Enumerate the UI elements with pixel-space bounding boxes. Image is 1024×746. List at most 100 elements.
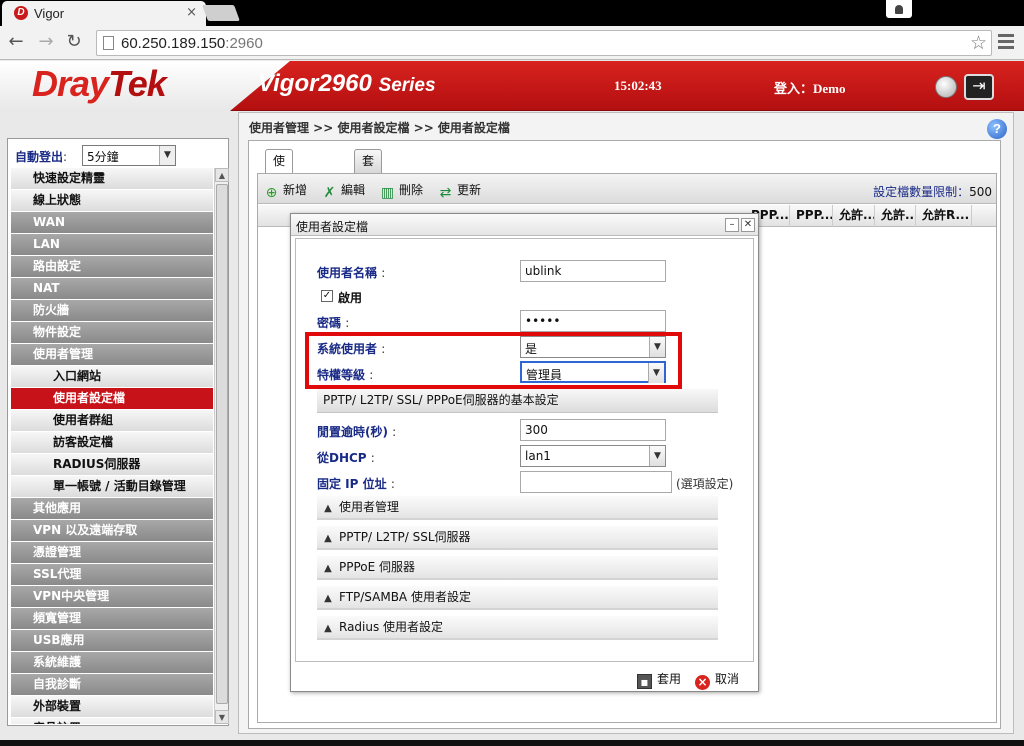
column-header[interactable]: PPP... <box>790 205 833 227</box>
idle-timeout-input[interactable]: 300 <box>520 419 666 441</box>
sidebar-item[interactable]: 單一帳號 / 活動目錄管理 <box>11 476 213 498</box>
breadcrumb: 使用者管理 >> 使用者設定檔 >> 使用者設定檔 <box>249 121 510 135</box>
enable-label: 啟用 <box>338 291 363 305</box>
sidebar-item[interactable]: 入口網站 <box>11 366 213 388</box>
sidebar-item[interactable]: USB應用 <box>11 630 213 652</box>
address-bar[interactable]: 60.250.189.150:2960 ☆ <box>96 30 992 56</box>
scroll-up-icon[interactable]: ▲ <box>215 168 229 182</box>
chevron-up-icon: ▲ <box>324 563 332 574</box>
section-ftp-samba[interactable]: ▲ FTP/SAMBA 使用者設定 <box>317 586 718 610</box>
username-label: 使用者名稱 : <box>317 266 386 280</box>
chevron-down-icon: ▼ <box>159 146 175 165</box>
logout-icon[interactable]: ⇥ <box>964 74 994 100</box>
column-header[interactable]: 允許... <box>875 205 916 227</box>
address-url[interactable]: 60.250.189.150:2960 <box>121 35 263 52</box>
sidebar-item[interactable]: 防火牆 <box>11 300 213 322</box>
username-input[interactable]: ublink <box>520 260 666 282</box>
help-icon[interactable]: ? <box>987 119 1007 139</box>
dialog-title: 使用者設定檔 <box>296 220 369 234</box>
sidebar-item[interactable]: 外部裝置 <box>11 696 213 718</box>
sidebar-item[interactable]: 路由設定 <box>11 256 213 278</box>
sidebar-item[interactable]: 其他應用 <box>11 498 213 520</box>
system-user-select[interactable]: 是 ▼ <box>520 336 666 358</box>
section-pptp-l2tp-ssl[interactable]: ▲ PPTP/ L2TP/ SSL伺服器 <box>317 526 718 550</box>
delete-button[interactable]: ▥ 刪除 <box>380 181 423 201</box>
sidebar-item[interactable]: 產品註冊 <box>11 718 213 724</box>
sidebar-item[interactable]: WAN <box>11 212 213 234</box>
browser-tabstrip: D Vigor × <box>0 0 1024 26</box>
sidebar-item[interactable]: 系統維護 <box>11 652 213 674</box>
scroll-down-icon[interactable]: ▼ <box>215 710 229 724</box>
sidebar-item[interactable]: 快速設定精靈 <box>11 168 213 190</box>
section-user-management[interactable]: ▲ 使用者管理 <box>317 496 718 520</box>
browser-tab-title: Vigor <box>34 6 65 21</box>
chevron-up-icon: ▲ <box>324 623 332 634</box>
basic-settings-section: PPTP/ L2TP/ SSL/ PPPoE伺服器的基本設定 <box>317 389 718 413</box>
sidebar-item[interactable]: 自我診斷 <box>11 674 213 696</box>
sidebar-item[interactable]: 訪客設定檔 <box>11 432 213 454</box>
sidebar-item[interactable]: LAN <box>11 234 213 256</box>
system-time: 15:02:43 <box>614 78 662 93</box>
enable-checkbox[interactable]: ✓ <box>321 290 333 302</box>
sidebar-item[interactable]: 使用者設定檔 <box>11 388 213 410</box>
fixed-ip-label: 固定 IP 位址 : <box>317 477 395 491</box>
column-header[interactable]: 允許R... <box>916 205 972 227</box>
new-tab-button[interactable] <box>202 5 240 21</box>
close-icon[interactable]: ✕ <box>741 218 755 232</box>
scroll-thumb[interactable] <box>216 184 228 704</box>
user-profile-dialog: 使用者設定檔 – ✕ 使用者名稱 : ublink ✓ 啟用 密碼 : ••••… <box>290 213 759 692</box>
section-pppoe-server[interactable]: ▲ PPPoE 伺服器 <box>317 556 718 580</box>
sidebar-item[interactable]: 線上狀態 <box>11 190 213 212</box>
refresh-button[interactable]: ⇄ 更新 <box>438 181 481 201</box>
refresh-icon: ⇄ <box>439 185 452 201</box>
profile-icon[interactable] <box>886 0 912 18</box>
sidebar-item[interactable]: 使用者群組 <box>11 410 213 432</box>
dialog-titlebar: 使用者設定檔 – ✕ <box>291 214 758 236</box>
dhcp-select[interactable]: lan1 ▼ <box>520 445 666 467</box>
app-header: DrayTek Vigor2960 Series 15:02:43 登入：Dem… <box>0 61 1024 111</box>
browser-toolbar: ← → ↻ 60.250.189.150:2960 ☆ <box>0 26 1024 60</box>
chevron-down-icon: ▼ <box>649 337 665 357</box>
forward-arrow-icon[interactable]: → <box>36 31 56 53</box>
add-button[interactable]: ⊕ 新增 <box>264 181 307 201</box>
bookmark-star-icon[interactable]: ☆ <box>970 32 987 54</box>
privilege-level-label: 特權等級 : <box>317 368 374 382</box>
tab-apply-all[interactable]: 套用全部 <box>354 149 383 234</box>
column-header[interactable]: 允許... <box>833 205 875 227</box>
sidebar-item[interactable]: RADIUS伺服器 <box>11 454 213 476</box>
idle-timeout-label: 閒置逾時(秒) : <box>317 425 397 439</box>
sidebar-item[interactable]: 使用者管理 <box>11 344 213 366</box>
sidebar-item[interactable]: 物件設定 <box>11 322 213 344</box>
tab-user-profile[interactable]: 使用者設定檔 <box>265 149 294 278</box>
apply-button[interactable]: ▪ 套用 <box>637 670 681 689</box>
browser-tab[interactable]: D Vigor × <box>2 1 206 26</box>
chrome-menu-icon[interactable] <box>998 34 1014 50</box>
sidebar: 自動登出: 5分鐘 ▼ 快速設定精靈 線上狀態 WAN LAN 路由設定 NAT 防火牆 物件… <box>7 138 229 726</box>
minimize-icon[interactable]: – <box>725 218 739 232</box>
section-radius-user[interactable]: ▲ Radius 使用者設定 <box>317 616 718 640</box>
sidebar-item[interactable]: 頻寬管理 <box>11 608 213 630</box>
add-icon: ⊕ <box>265 185 278 201</box>
sidebar-item[interactable]: VPN 以及遠端存取 <box>11 520 213 542</box>
sidebar-item[interactable]: SSL代理 <box>11 564 213 586</box>
auto-logout-select[interactable]: 5分鐘 ▼ <box>82 145 176 166</box>
notification-bell-icon[interactable] <box>935 76 957 98</box>
chevron-up-icon: ▲ <box>324 593 332 604</box>
sidebar-item[interactable]: 憑證管理 <box>11 542 213 564</box>
sidebar-item[interactable]: NAT <box>11 278 213 300</box>
password-input[interactable]: ••••• <box>520 310 666 332</box>
privilege-level-select[interactable]: 管理員 ▼ <box>520 361 666 383</box>
auto-logout-label: 自動登出: <box>15 150 68 164</box>
fixed-ip-input[interactable] <box>520 471 672 493</box>
dhcp-label: 從DHCP : <box>317 451 375 465</box>
dialog-body: 使用者名稱 : ublink ✓ 啟用 密碼 : ••••• 系統使用者 : 是… <box>295 238 754 662</box>
reload-icon[interactable]: ↻ <box>64 31 84 53</box>
close-tab-icon[interactable]: × <box>186 5 197 20</box>
sidebar-scrollbar[interactable]: ▲ ▼ <box>214 168 229 724</box>
profile-limit: 設定檔數量限制：500 <box>873 185 992 199</box>
edit-button[interactable]: ✗ 編輯 <box>322 181 365 201</box>
back-arrow-icon[interactable]: ← <box>6 31 26 53</box>
sidebar-item[interactable]: VPN中央管理 <box>11 586 213 608</box>
login-user: 登入：Demo <box>774 81 846 96</box>
cancel-button[interactable]: × 取消 <box>695 670 739 690</box>
